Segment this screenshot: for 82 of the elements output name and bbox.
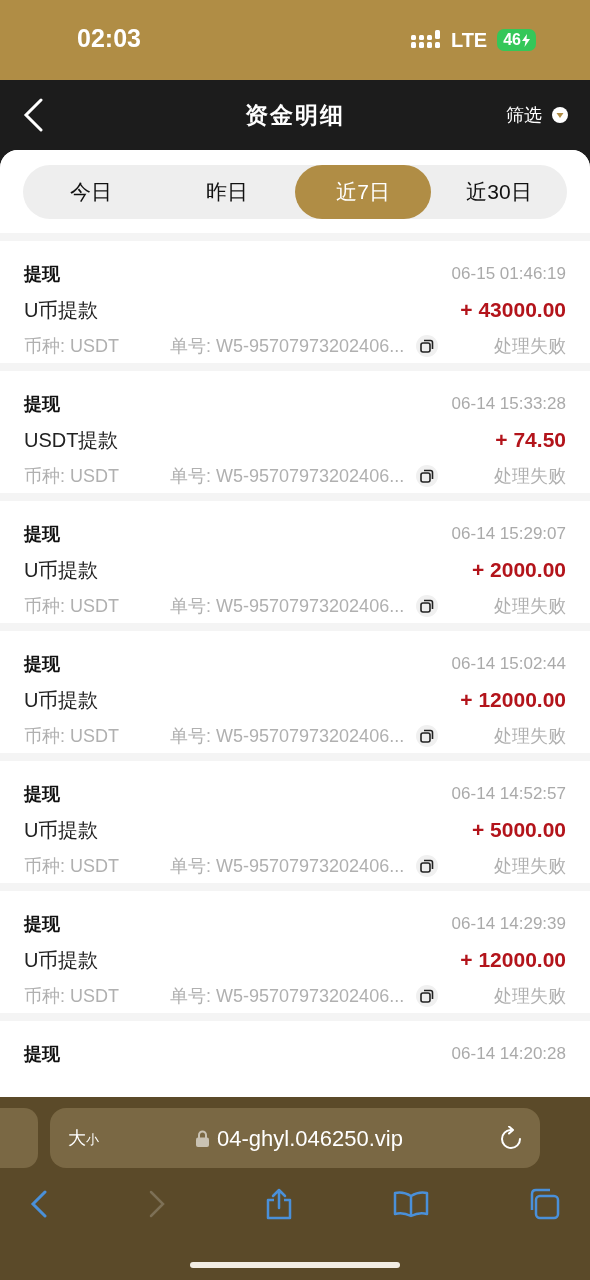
record-time: 06-15 01:46:19 <box>451 263 566 286</box>
record-card[interactable]: 提现 06-14 15:29:07 U币提款 + 2000.00 币种: USDT 单号: W5-95707973202406... 处理失败 <box>0 501 590 623</box>
record-status: 处理失败 <box>494 594 566 618</box>
record-card[interactable]: 提现 06-15 01:46:19 U币提款 + 43000.00 币种: USDT 单号: W5-95707973202406... 处理失败 <box>0 241 590 363</box>
record-status: 处理失败 <box>494 984 566 1008</box>
record-name: U币提款 <box>24 948 99 973</box>
record-card[interactable]: 提现 06-14 15:02:44 U币提款 + 12000.00 币种: USDT 单号: W5-95707973202406... 处理失败 <box>0 631 590 753</box>
battery-indicator: 46 <box>497 29 536 51</box>
record-amount: + 43000.00 <box>460 297 566 324</box>
tabs-icon[interactable] <box>528 1188 560 1220</box>
page-title: 资金明细 <box>245 100 345 130</box>
record-status: 处理失败 <box>494 724 566 748</box>
record-card[interactable]: 提现 06-14 14:20:28 <box>0 1021 590 1097</box>
filter-button[interactable]: 筛选 <box>506 101 568 129</box>
lock-icon <box>196 1129 210 1147</box>
text-size-button[interactable]: 大小 <box>68 1124 99 1152</box>
copy-icon <box>420 469 435 483</box>
copy-button[interactable] <box>416 855 439 877</box>
copy-icon <box>420 729 435 743</box>
record-card[interactable]: 提现 06-14 15:33:28 USDT提款 + 74.50 币种: USDT 单号: W5-95707973202406... 处理失败 <box>0 371 590 493</box>
share-icon[interactable] <box>265 1188 293 1220</box>
order-number: 单号: W5-95707973202406... <box>170 594 405 618</box>
record-name: U币提款 <box>24 818 99 843</box>
record-amount: + 74.50 <box>495 427 566 454</box>
order-number: 单号: W5-95707973202406... <box>170 464 405 488</box>
copy-button[interactable] <box>416 335 439 357</box>
signal-icon <box>410 30 441 50</box>
record-name: U币提款 <box>24 298 99 323</box>
copy-icon <box>420 599 435 613</box>
period-tab[interactable]: 昨日 <box>159 165 295 219</box>
record-amount: + 12000.00 <box>460 687 566 714</box>
record-time: 06-14 14:52:57 <box>451 783 566 806</box>
reload-icon[interactable] <box>500 1126 522 1150</box>
record-currency: 币种: USDT <box>24 334 120 358</box>
record-time: 06-14 14:20:28 <box>451 1043 566 1066</box>
clock-time: 02:03 <box>77 23 141 55</box>
period-tab[interactable]: 今日 <box>23 165 159 219</box>
record-card[interactable]: 提现 06-14 14:52:57 U币提款 + 5000.00 币种: USDT 单号: W5-95707973202406... 处理失败 <box>0 761 590 883</box>
record-type: 提现 <box>24 392 60 416</box>
record-currency: 币种: USDT <box>24 724 120 748</box>
copy-icon <box>420 989 435 1003</box>
copy-button[interactable] <box>416 725 439 747</box>
record-name: U币提款 <box>24 688 99 713</box>
record-status: 处理失败 <box>494 334 566 358</box>
order-number: 单号: W5-95707973202406... <box>170 334 405 358</box>
record-currency: 币种: USDT <box>24 464 120 488</box>
record-time: 06-14 15:33:28 <box>451 393 566 416</box>
record-type: 提现 <box>24 912 60 936</box>
record-name: U币提款 <box>24 558 99 583</box>
copy-button[interactable] <box>416 465 439 487</box>
record-amount: + 12000.00 <box>460 947 566 974</box>
record-time: 06-14 14:29:39 <box>451 913 566 936</box>
copy-button[interactable] <box>416 595 439 617</box>
record-time: 06-14 15:29:07 <box>451 523 566 546</box>
record-status: 处理失败 <box>494 854 566 878</box>
network-label: LTE <box>450 28 488 53</box>
bolt-icon <box>522 33 530 47</box>
period-tab[interactable]: 近30日 <box>431 165 567 219</box>
copy-icon <box>420 859 435 873</box>
record-type: 提现 <box>24 652 60 676</box>
record-type: 提现 <box>24 1042 60 1066</box>
record-time: 06-14 15:02:44 <box>451 653 566 676</box>
record-type: 提现 <box>24 782 60 806</box>
dropdown-icon <box>552 107 568 123</box>
record-status: 处理失败 <box>494 464 566 488</box>
bookmarks-icon[interactable] <box>392 1190 429 1218</box>
order-number: 单号: W5-95707973202406... <box>170 854 405 878</box>
order-number: 单号: W5-95707973202406... <box>170 984 405 1008</box>
record-type: 提现 <box>24 262 60 286</box>
record-amount: + 2000.00 <box>472 557 566 584</box>
record-currency: 币种: USDT <box>24 984 120 1008</box>
record-type: 提现 <box>24 522 60 546</box>
address-bar[interactable]: 大小 04-ghyl.046250.vip <box>50 1108 540 1168</box>
record-currency: 币种: USDT <box>24 854 120 878</box>
record-card[interactable]: 提现 06-14 14:29:39 U币提款 + 12000.00 币种: USDT 单号: W5-95707973202406... 处理失败 <box>0 891 590 1013</box>
url-text: 04-ghyl.046250.vip <box>217 1124 403 1153</box>
order-number: 单号: W5-95707973202406... <box>170 724 405 748</box>
record-currency: 币种: USDT <box>24 594 120 618</box>
record-amount: + 5000.00 <box>472 817 566 844</box>
copy-button[interactable] <box>416 985 439 1007</box>
record-name: USDT提款 <box>24 428 119 453</box>
copy-icon <box>420 339 435 353</box>
